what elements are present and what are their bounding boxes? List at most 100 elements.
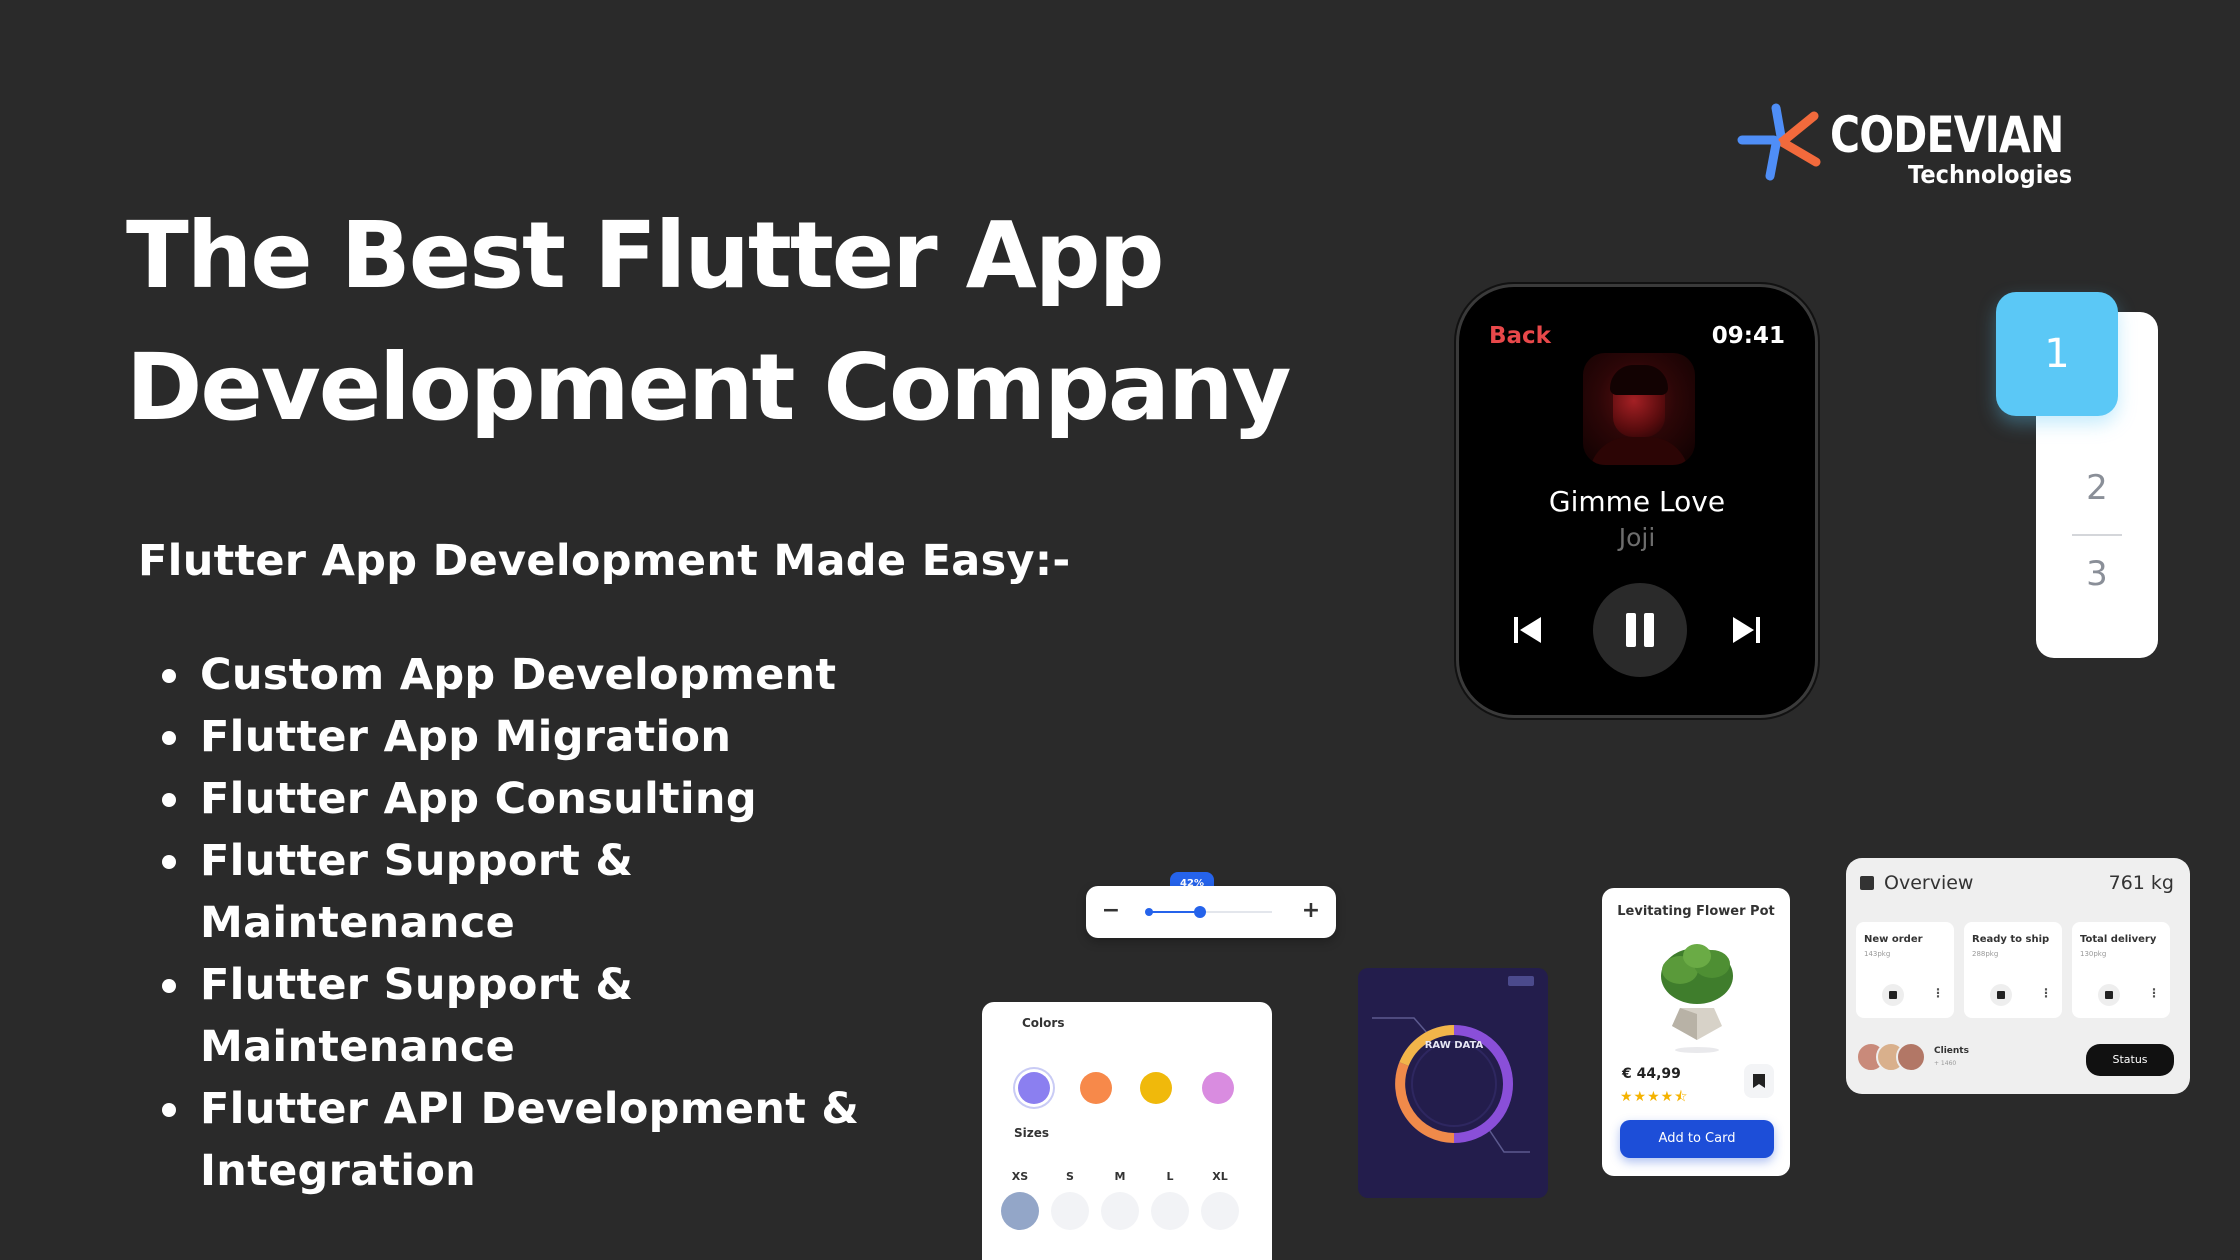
tile-title: New order [1864, 934, 1923, 945]
donut-ring-icon [1372, 1017, 1530, 1153]
clients-label: Clients [1934, 1046, 1969, 1056]
slider-track[interactable] [1145, 906, 1272, 918]
bullet-icon [162, 669, 176, 683]
tile-total-delivery[interactable]: Total delivery 130pkg ⋮ [2072, 922, 2170, 1018]
slider-stepper: − + [1086, 886, 1336, 938]
size-label: S [1066, 1170, 1074, 1183]
hero-title-line-1: The Best Flutter App [126, 202, 1165, 309]
feature-item: Flutter Support & Maintenance [160, 830, 920, 954]
feature-label: Flutter Support & Maintenance [200, 960, 634, 1072]
feature-label: Custom App Development [200, 650, 837, 700]
rating-stars-icon: ★★★★⯪ [1620, 1089, 1689, 1105]
bag-icon [1882, 984, 1904, 1006]
raw-data-card: RAW DATA [1358, 968, 1548, 1198]
colors-label: Colors [1022, 1016, 1065, 1030]
avatar [1896, 1042, 1926, 1072]
clients-count: + 1460 [1934, 1060, 1957, 1067]
smartwatch-player: Back 09:41 Gimme Love Joji [1456, 284, 1818, 718]
bullet-icon [162, 855, 176, 869]
color-swatch-pink[interactable] [1202, 1072, 1234, 1104]
increment-button[interactable]: + [1298, 898, 1324, 924]
size-option-s[interactable] [1051, 1192, 1089, 1230]
feature-label: Flutter API Development & [200, 1084, 860, 1134]
product-card: Levitating Flower Pot € 44,99 ★★★★⯪ Add … [1602, 888, 1790, 1176]
tile-title: Total delivery [2080, 934, 2157, 945]
color-swatch-orange[interactable] [1080, 1072, 1112, 1104]
more-icon[interactable]: ⋮ [2148, 986, 2160, 1000]
size-label: XL [1212, 1170, 1228, 1183]
size-label: M [1114, 1170, 1126, 1183]
size-label: XS [1011, 1170, 1029, 1183]
slider-handle[interactable] [1194, 906, 1207, 918]
bullet-icon [162, 1103, 176, 1117]
feature-item: Flutter Support & Maintenance [160, 954, 920, 1078]
codevian-logo: CODEVIAN Technologies [1736, 100, 2076, 190]
raw-data-label: RAW DATA [1424, 1040, 1484, 1051]
tile-subtitle: 143pkg [1864, 950, 1891, 958]
song-title: Gimme Love [1548, 485, 1726, 518]
feature-item: Flutter App Consulting [160, 768, 920, 830]
skip-previous-icon[interactable] [1511, 613, 1545, 647]
overview-total: 761 kg [2108, 872, 2174, 894]
back-button[interactable]: Back [1489, 323, 1551, 349]
product-title: Levitating Flower Pot [1617, 904, 1775, 919]
hero-title: The Best Flutter App Development Company [126, 190, 1386, 454]
bookmark-icon [1753, 1074, 1765, 1088]
color-swatch-purple[interactable] [1018, 1072, 1050, 1104]
more-icon[interactable]: ⋮ [1932, 986, 1944, 1000]
album-art [1583, 353, 1695, 465]
size-option-m[interactable] [1101, 1192, 1139, 1230]
picker-option[interactable]: 3 [2036, 554, 2158, 594]
bullet-icon [162, 731, 176, 745]
picker-selected-option[interactable]: 1 [1996, 292, 2118, 416]
bookmark-button[interactable] [1744, 1064, 1774, 1098]
logo-subtitle: Technologies [1908, 160, 2073, 189]
feature-item: Flutter App Migration [160, 706, 920, 768]
color-swatch-yellow[interactable] [1140, 1072, 1172, 1104]
more-icon[interactable]: ⋮ [2040, 986, 2052, 1000]
hero-title-line-2: Development Company [126, 334, 1291, 441]
home-icon [2098, 984, 2120, 1006]
overview-card: Overview 761 kg New order 143pkg ⋮ Ready… [1846, 858, 2190, 1094]
feature-label: Flutter App Consulting [200, 774, 757, 824]
skip-next-icon[interactable] [1729, 613, 1763, 647]
tile-subtitle: 130pkg [2080, 950, 2107, 958]
size-option-xs[interactable] [1001, 1192, 1039, 1230]
product-price: € 44,99 [1622, 1066, 1681, 1082]
feature-list: Custom App Development Flutter App Migra… [160, 644, 920, 1202]
tile-title: Ready to ship [1972, 934, 2050, 945]
clipboard-icon [1860, 876, 1874, 890]
pause-icon [1626, 613, 1636, 647]
tile-subtitle: 288pkg [1972, 950, 1999, 958]
picker-option[interactable]: 2 [2036, 468, 2158, 508]
status-button[interactable]: Status [2086, 1044, 2174, 1076]
feature-label: Flutter Support & Maintenance [200, 836, 634, 948]
subheading: Flutter App Development Made Easy:- [138, 536, 1071, 586]
size-option-xl[interactable] [1201, 1192, 1239, 1230]
codevian-star-icon [1737, 103, 1821, 181]
pause-button[interactable] [1593, 583, 1687, 677]
slider-fill [1148, 911, 1201, 913]
hourglass-icon [1990, 984, 2012, 1006]
size-label: L [1166, 1170, 1174, 1183]
artist-name: Joji [1618, 523, 1656, 552]
sizes-label: Sizes [1014, 1126, 1050, 1140]
logo-name: CODEVIAN [1830, 106, 2064, 164]
feature-item: Custom App Development [160, 644, 920, 706]
feature-item: Flutter API Development & [160, 1078, 920, 1140]
watch-time: 09:41 [1711, 323, 1785, 349]
picker-divider [2072, 534, 2122, 536]
tile-ready-to-ship[interactable]: Ready to ship 288pkg ⋮ [1964, 922, 2062, 1018]
feature-label: Integration [200, 1146, 477, 1196]
tile-new-order[interactable]: New order 143pkg ⋮ [1856, 922, 1954, 1018]
bullet-icon [162, 793, 176, 807]
decrement-button[interactable]: − [1098, 898, 1124, 924]
feature-item-continuation: Integration [160, 1140, 920, 1202]
feature-label: Flutter App Migration [200, 712, 732, 762]
client-avatars [1856, 1042, 1928, 1074]
bullet-icon [162, 979, 176, 993]
add-to-card-button[interactable]: Add to Card [1620, 1120, 1774, 1158]
product-options-card: Colors Sizes XS S M L XL [982, 1002, 1272, 1260]
size-option-l[interactable] [1151, 1192, 1189, 1230]
overview-title: Overview [1884, 872, 1974, 894]
